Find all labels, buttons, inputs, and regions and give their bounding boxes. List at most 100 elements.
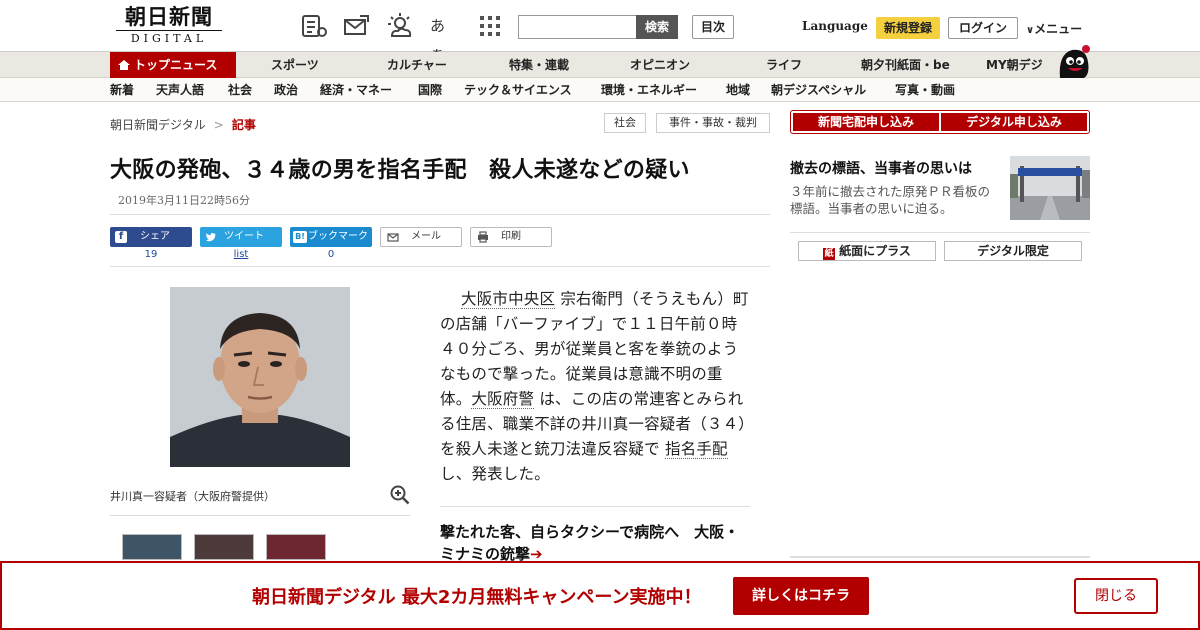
gallery-thumbnail[interactable] — [266, 534, 326, 560]
facebook-icon: f — [115, 231, 127, 243]
share-label: メール — [411, 231, 441, 242]
keyword-link-osaka-police[interactable]: 大阪府警 — [471, 390, 535, 409]
suspect-photo[interactable] — [170, 287, 350, 467]
twitter-share-count[interactable]: list — [200, 249, 282, 260]
nav-item-my-asadigi[interactable]: MY朝デジ — [986, 52, 1043, 78]
zoom-in-icon[interactable] — [390, 485, 410, 505]
site-header: 朝日新聞 DIGITAL あぁ 検索 目次 Language 新規登録 ログイン… — [0, 0, 1200, 63]
banner-text: 朝日新聞デジタル 最大2カ月無料キャンペーン実施中！ — [252, 587, 702, 608]
subscribe-paper-button[interactable]: 新聞宅配申し込み — [793, 113, 939, 131]
keyword-link-wanted[interactable]: 指名手配 — [664, 440, 728, 459]
mascot-icon — [1059, 45, 1090, 78]
article-body: 大阪市中央区 宗右衛門（そうえもん）町の店舗「バーファイブ」で１１日午前０時４０… — [440, 287, 752, 487]
breadcrumb-separator: > — [213, 118, 224, 132]
language-link[interactable]: Language — [802, 19, 868, 33]
paper-plus-button[interactable]: 紙紙面にプラス — [798, 241, 936, 261]
tag-incidents[interactable]: 事件・事故・裁判 — [656, 113, 770, 133]
subscribe-digital-button[interactable]: デジタル申し込み — [941, 113, 1087, 131]
gallery-thumbnail[interactable] — [194, 534, 254, 560]
nav-item-label: トップニュース — [134, 58, 218, 72]
primary-nav: トップニュース スポーツ カルチャー 特集・連載 オピニオン ライフ 朝夕刊紙面… — [0, 45, 1200, 78]
facebook-share-button[interactable]: f シェア — [110, 227, 192, 247]
logo-main: 朝日新聞 — [125, 4, 213, 29]
share-label: シェア — [140, 231, 170, 242]
printer-icon — [478, 231, 488, 243]
paper-plus-label: 紙面にプラス — [839, 244, 911, 258]
weather-icon[interactable] — [386, 12, 414, 40]
home-icon — [118, 60, 130, 70]
nav-item-tech-science[interactable]: テック＆サイエンス — [464, 78, 572, 102]
nav-item-features[interactable]: 特集・連載 — [509, 52, 569, 78]
page-title: 大阪の発砲、３４歳の男を指名手配 殺人未遂などの疑い — [110, 158, 690, 183]
nav-item-society[interactable]: 社会 — [228, 78, 252, 102]
sidebar-description: ３年前に撤去された原発ＰＲ看板の標語。当事者の思いに迫る。 — [790, 184, 991, 216]
mail-icon[interactable] — [342, 12, 370, 40]
keyword-link-osaka-chuo[interactable]: 大阪市中央区 — [461, 290, 556, 309]
nav-item-tensei-jingo[interactable]: 天声人語 — [156, 78, 204, 102]
mail-share-button[interactable]: メール — [380, 227, 462, 247]
nav-item-photo-video[interactable]: 写真・動画 — [895, 78, 955, 102]
nav-item-newspaper[interactable]: 朝夕刊紙面・be — [861, 52, 950, 78]
divider — [790, 232, 1090, 233]
facebook-share-count[interactable]: 19 — [110, 249, 192, 260]
search-input[interactable] — [518, 15, 638, 39]
site-logo[interactable]: 朝日新聞 DIGITAL — [110, 6, 228, 48]
sidebar-thumbnail[interactable] — [1010, 156, 1090, 220]
paper-plus-icon: 紙 — [823, 248, 836, 260]
nav-item-latest[interactable]: 新着 — [110, 78, 134, 102]
logo-sub: DIGITAL — [116, 30, 222, 45]
subscribe-box: 新聞宅配申し込み デジタル申し込み — [790, 110, 1090, 134]
share-label: ブックマーク — [308, 231, 368, 242]
nav-item-top-news[interactable]: トップニュース — [110, 52, 236, 78]
divider — [440, 506, 750, 507]
nav-item-international[interactable]: 国際 — [418, 78, 442, 102]
divider — [110, 266, 770, 267]
photo-caption: 井川真一容疑者（大阪府警提供） — [110, 490, 275, 503]
tag-society[interactable]: 社会 — [604, 113, 646, 133]
secondary-nav: 新着 天声人語 社会 政治 経済・マネー 国際 テック＆サイエンス 環境・エネル… — [0, 78, 1200, 102]
font-size-icon[interactable]: あぁ — [430, 12, 458, 63]
news-reader-icon[interactable] — [300, 12, 328, 40]
nav-item-life[interactable]: ライフ — [766, 52, 802, 78]
gallery-thumbnail[interactable] — [122, 534, 182, 560]
nav-item-politics[interactable]: 政治 — [274, 78, 298, 102]
envelope-icon — [387, 233, 399, 242]
breadcrumb-home[interactable]: 朝日新聞デジタル — [110, 118, 206, 132]
hatena-icon: B! — [293, 231, 307, 243]
nav-item-special[interactable]: 朝デジスペシャル — [771, 78, 866, 102]
portrait-image — [170, 287, 350, 467]
nav-item-economy[interactable]: 経済・マネー — [320, 78, 392, 102]
menu-button[interactable]: ∨メニュー — [1026, 20, 1082, 37]
nav-item-environment[interactable]: 環境・エネルギー — [601, 78, 697, 102]
twitter-share-button[interactable]: ツイート — [200, 227, 282, 247]
divider — [110, 214, 770, 215]
search-button[interactable]: 検索 — [636, 15, 678, 39]
sidebar-headline[interactable]: 撤去の標語、当事者の思いは — [790, 158, 972, 178]
divider — [790, 556, 1090, 558]
print-button[interactable]: 印刷 — [470, 227, 552, 247]
twitter-icon — [205, 233, 216, 242]
nav-item-sports[interactable]: スポーツ — [271, 52, 319, 78]
nav-item-region[interactable]: 地域 — [726, 78, 750, 102]
article-timestamp: 2019年3月11日22時56分 — [118, 194, 250, 207]
related-article-link[interactable]: 撃たれた客、自らタクシーで病院へ 大阪・ミナミの銃撃➔ — [440, 521, 750, 565]
login-button[interactable]: ログイン — [948, 17, 1018, 39]
grid-menu-icon[interactable] — [476, 12, 504, 40]
hatena-bookmark-count[interactable]: 0 — [290, 249, 372, 260]
register-button[interactable]: 新規登録 — [876, 17, 940, 39]
nav-item-culture[interactable]: カルチャー — [387, 52, 447, 78]
body-text: し、発表した。 — [440, 465, 550, 483]
banner-details-button[interactable]: 詳しくはコチラ — [733, 577, 869, 615]
related-article-title: 撃たれた客、自らタクシーで病院へ 大阪・ミナミの銃撃 — [440, 523, 740, 563]
digital-only-button[interactable]: デジタル限定 — [944, 241, 1082, 261]
share-label: 印刷 — [501, 231, 521, 242]
menu-label: メニュー — [1034, 22, 1083, 36]
breadcrumb-current: 記事 — [231, 118, 256, 132]
street-sign-image — [1010, 156, 1090, 220]
divider — [110, 515, 410, 516]
index-button[interactable]: 目次 — [692, 15, 734, 39]
share-label: ツイート — [224, 231, 264, 242]
nav-item-opinion[interactable]: オピニオン — [630, 52, 690, 78]
hatena-bookmark-button[interactable]: B! ブックマーク — [290, 227, 372, 247]
banner-close-button[interactable]: 閉じる — [1074, 578, 1158, 614]
